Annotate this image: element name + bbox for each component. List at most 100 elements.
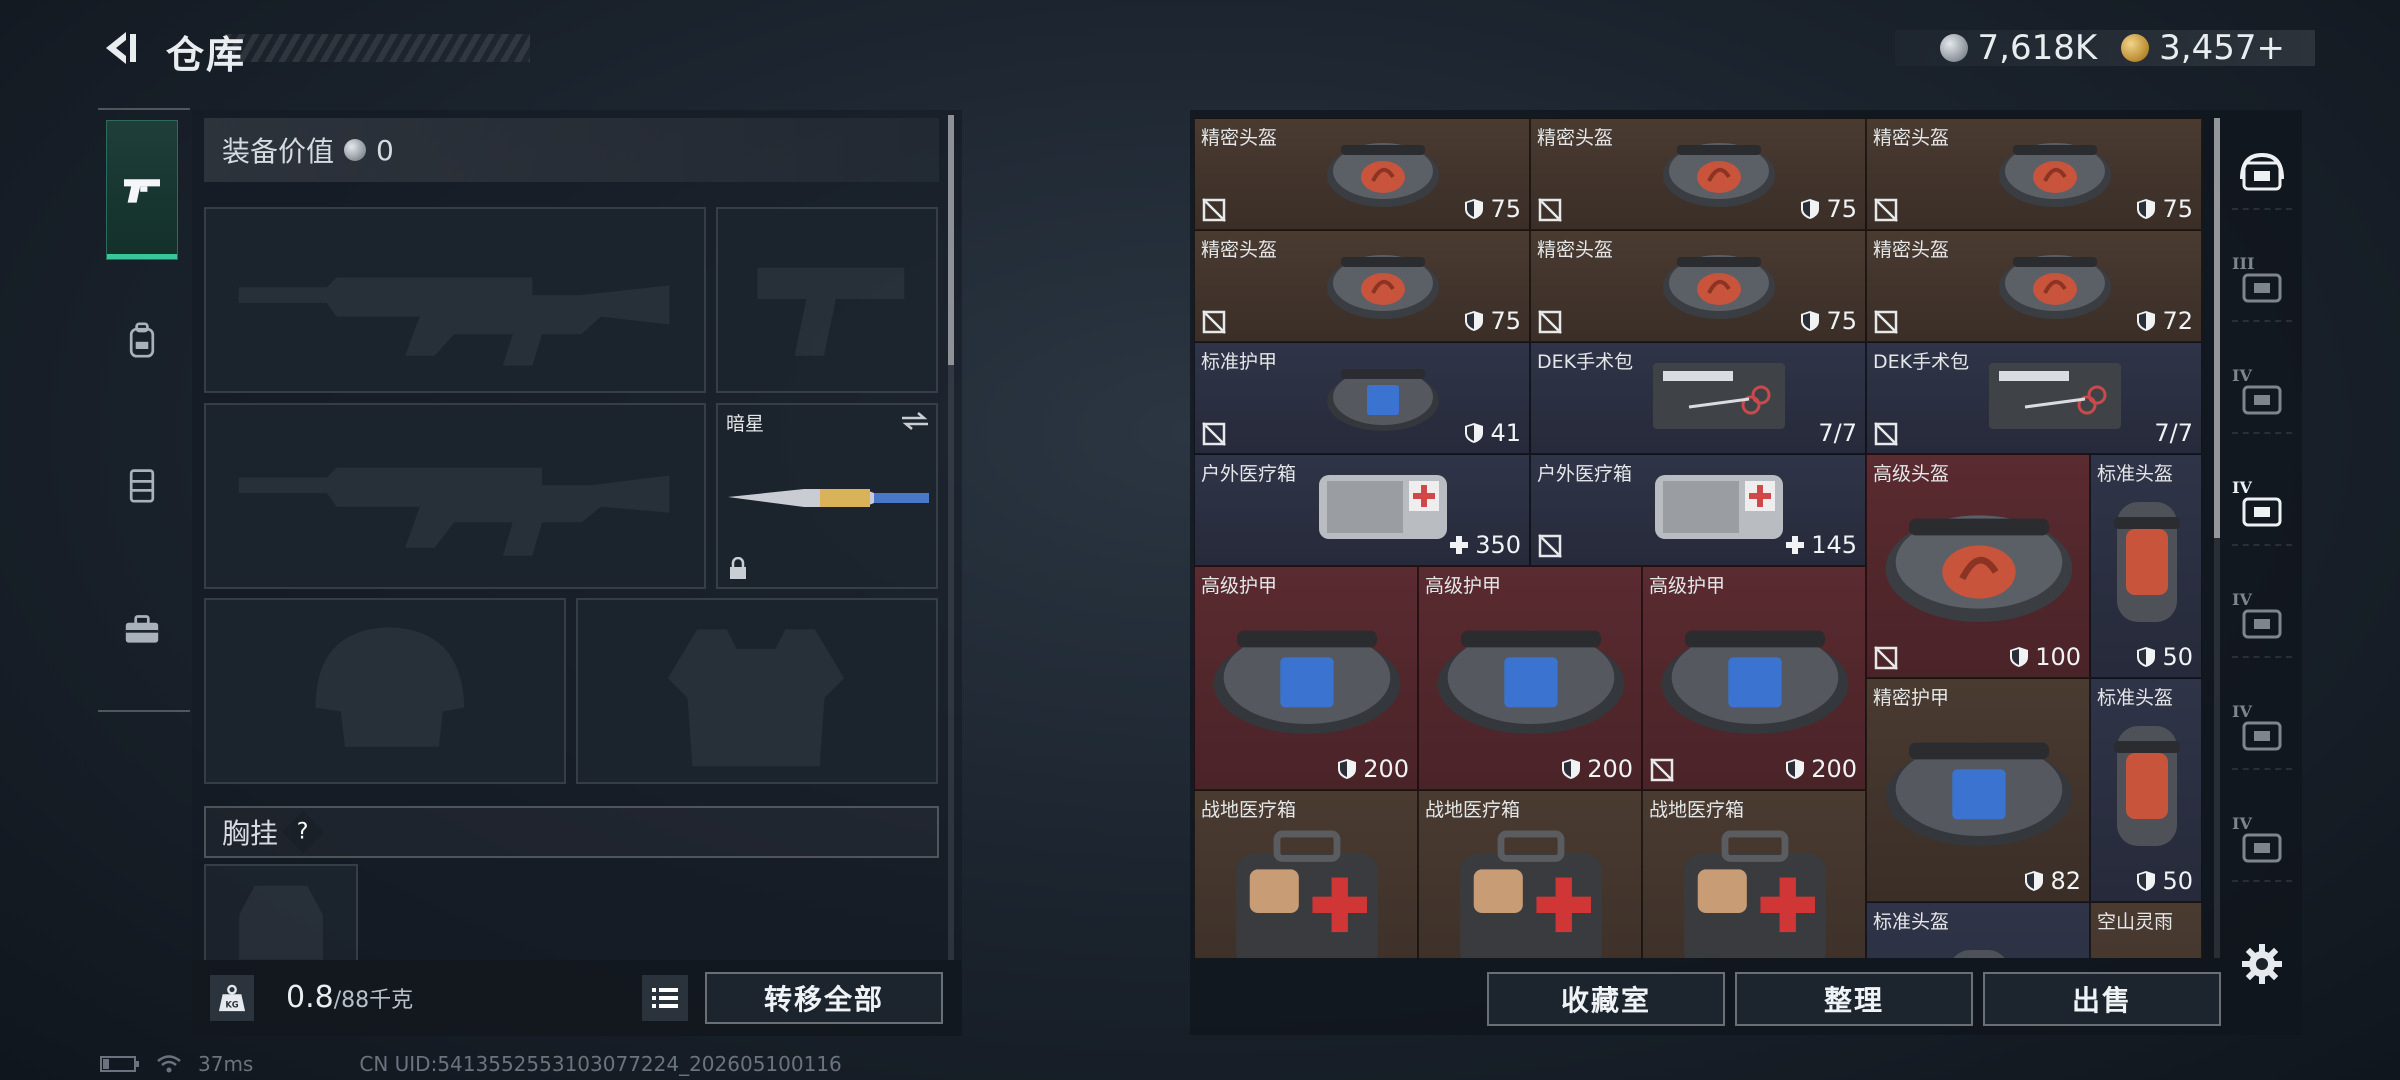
armor-filter-icon[interactable]: III xyxy=(2232,252,2292,322)
item-name: 战地医疗箱 xyxy=(1425,799,1521,821)
storage-item[interactable]: 精密头盔 75 xyxy=(1194,118,1530,230)
storage-item[interactable]: 战地医疗箱 xyxy=(1418,790,1642,958)
category-sidebar xyxy=(98,108,190,712)
storage-item[interactable]: 户外医疗箱 350 xyxy=(1194,454,1530,566)
storage-item[interactable]: 高级护甲 200 xyxy=(1642,566,1866,790)
storage-item[interactable]: 标准头盔 xyxy=(1866,902,2090,958)
storage-item[interactable]: 战地医疗箱 xyxy=(1642,790,1866,958)
rifle-silhouette-icon xyxy=(238,467,670,556)
wifi-icon xyxy=(157,1055,181,1073)
category-tab-weapons[interactable] xyxy=(106,120,178,260)
storage-item[interactable]: 标准护甲 41 xyxy=(1194,342,1530,454)
helmet-orange-icon xyxy=(1649,243,1789,327)
item-value-text: 75 xyxy=(2162,195,2193,223)
backpack-silhouette-icon xyxy=(239,885,323,960)
storage-item[interactable]: 精密护甲 82 xyxy=(1866,678,2090,902)
pistol-silhouette-icon xyxy=(757,267,905,356)
category-tab-backpack[interactable] xyxy=(106,270,178,410)
helmet-filter-icon[interactable] xyxy=(2232,140,2292,210)
gold-coin-icon xyxy=(2121,34,2150,62)
storage-item[interactable]: 精密头盔 72 xyxy=(1866,230,2202,342)
storage-scrollbar-thumb[interactable] xyxy=(2214,118,2220,538)
storage-item[interactable]: 高级护甲 200 xyxy=(1194,566,1418,790)
item-value-text: 7/7 xyxy=(1818,419,1857,447)
item-value-text: 350 xyxy=(1475,531,1521,559)
sidearm-slot[interactable] xyxy=(716,207,938,393)
storage-item[interactable]: 高级头盔 100 xyxy=(1866,454,2090,678)
medical-filter-icon[interactable]: IV xyxy=(2232,476,2292,546)
primary-weapon-slot[interactable] xyxy=(204,207,706,393)
item-value: 75 xyxy=(2136,195,2193,223)
no-insure-icon xyxy=(1873,645,1899,671)
settings-button[interactable] xyxy=(2238,940,2286,988)
sell-button[interactable]: 出售 xyxy=(1983,972,2221,1026)
helmet-small-icon xyxy=(1879,935,2079,958)
no-insure-icon xyxy=(1201,421,1227,447)
item-value: 41 xyxy=(1464,419,1521,447)
rig-filter-icon[interactable]: IV xyxy=(2232,364,2292,434)
gear-icon xyxy=(2242,944,2282,984)
list-icon xyxy=(652,988,678,1008)
equipment-value-bar: 装备价值 0 xyxy=(204,118,939,182)
armor-slot[interactable] xyxy=(576,598,938,784)
helmet-orange-icon xyxy=(1313,243,1453,327)
silver-currency-value: 7,618K xyxy=(1977,28,2098,68)
storage-item[interactable]: 精密头盔 75 xyxy=(1530,118,1866,230)
filter-tier-label: IV xyxy=(2232,590,2252,609)
weight-icon: KG xyxy=(210,975,254,1021)
heal-icon xyxy=(1450,536,1469,554)
no-insure-icon xyxy=(1537,309,1563,335)
helmet-slot[interactable] xyxy=(204,598,566,784)
help-icon[interactable]: ? xyxy=(281,810,325,854)
storage-item[interactable]: 精密头盔 75 xyxy=(1866,118,2202,230)
storage-item[interactable]: 高级护甲 200 xyxy=(1418,566,1642,790)
item-name: 战地医疗箱 xyxy=(1201,799,1297,821)
item-value: 75 xyxy=(1464,307,1521,335)
armor-silhouette-icon xyxy=(667,629,845,767)
swap-icon[interactable] xyxy=(900,411,930,431)
list-view-button[interactable] xyxy=(642,975,688,1021)
item-value: 7/7 xyxy=(1818,419,1857,447)
category-tab-toolbox[interactable] xyxy=(106,560,178,700)
shield-icon xyxy=(1801,311,1820,331)
collection-room-button[interactable]: 收藏室 xyxy=(1487,972,1725,1026)
filter-tier-label: IV xyxy=(2232,366,2252,385)
medical-plus-filter-icon[interactable]: IV xyxy=(2232,588,2292,658)
back-button[interactable] xyxy=(100,28,140,68)
shield-icon xyxy=(2010,647,2029,667)
weapon-filter-icon[interactable]: IV xyxy=(2232,700,2292,770)
chest-rig-slot[interactable] xyxy=(204,864,358,960)
item-name: 精密护甲 xyxy=(1873,687,1950,709)
equipment-scrollbar-thumb[interactable] xyxy=(948,115,954,365)
item-value: 75 xyxy=(1464,195,1521,223)
item-name: 标准护甲 xyxy=(1201,351,1278,373)
item-value-text: 50 xyxy=(2162,643,2193,671)
organize-button[interactable]: 整理 xyxy=(1735,972,1973,1026)
item-value: 7/7 xyxy=(2154,419,2193,447)
shield-icon xyxy=(1786,759,1805,779)
helmet-orange-icon xyxy=(1985,131,2125,215)
category-tab-vest[interactable] xyxy=(106,415,178,555)
storage-item[interactable]: 空山灵雨 xyxy=(2090,902,2202,958)
storage-item[interactable]: 精密头盔 75 xyxy=(1194,230,1530,342)
storage-item[interactable]: 户外医疗箱 145 xyxy=(1530,454,1866,566)
storage-item[interactable]: 战地医疗箱 xyxy=(1194,790,1418,958)
storage-item[interactable]: 标准头盔 50 xyxy=(2090,454,2202,678)
battery-icon xyxy=(100,1056,139,1072)
key-filter-icon[interactable]: IV xyxy=(2232,812,2292,882)
vest-blue-icon xyxy=(1431,599,1631,753)
storage-item[interactable]: DEK手术包 7/7 xyxy=(1866,342,2202,454)
storage-item[interactable]: 标准头盔 50 xyxy=(2090,678,2202,902)
item-value: 145 xyxy=(1785,531,1857,559)
melee-slot[interactable]: 暗星 xyxy=(716,403,938,589)
storage-item[interactable]: DEK手术包 7/7 xyxy=(1530,342,1866,454)
transfer-all-button[interactable]: 转移全部 xyxy=(705,972,943,1024)
storage-item[interactable]: 精密头盔 75 xyxy=(1530,230,1866,342)
item-value: 200 xyxy=(1785,755,1857,783)
filter-tier-label: IV xyxy=(2232,478,2252,497)
item-value-text: 75 xyxy=(1826,195,1857,223)
secondary-weapon-slot[interactable] xyxy=(204,403,706,589)
vest-blue-icon xyxy=(1879,711,2079,865)
weight-readout: 0.8/88千克 xyxy=(286,980,413,1015)
ping-value: 37ms xyxy=(198,1052,254,1076)
